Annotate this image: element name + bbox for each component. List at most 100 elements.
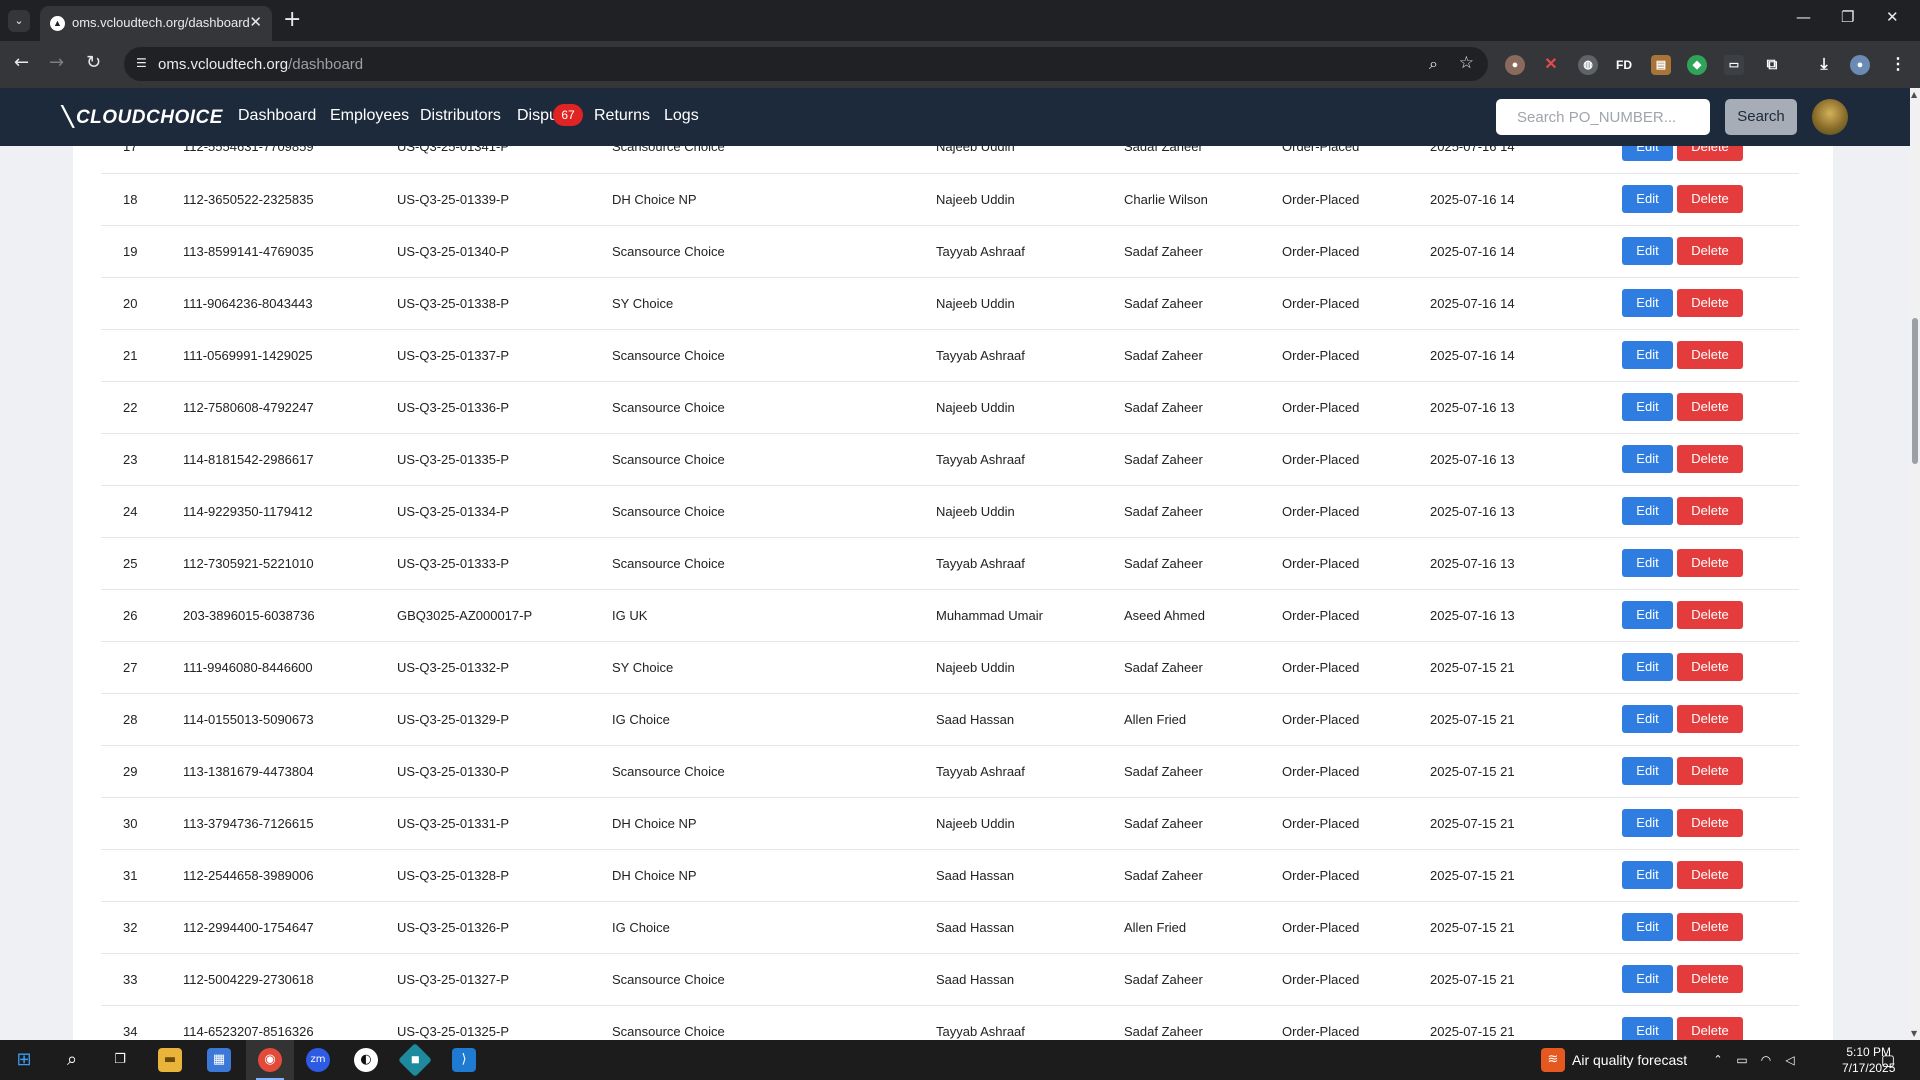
edit-button[interactable]: Edit (1622, 146, 1673, 161)
edit-button[interactable]: Edit (1622, 393, 1673, 421)
download-icon[interactable]: ⤓ (1814, 55, 1834, 75)
search-button[interactable]: Search (1725, 99, 1797, 135)
delete-button[interactable]: Delete (1677, 341, 1743, 369)
delete-button[interactable]: Delete (1677, 549, 1743, 577)
edit-button[interactable]: Edit (1622, 705, 1673, 733)
edit-button[interactable]: Edit (1622, 185, 1673, 213)
url-text[interactable]: oms.vcloudtech.org/dashboard (158, 56, 363, 73)
file-explorer-icon[interactable]: ▬ (158, 1048, 182, 1072)
edit-button[interactable]: Edit (1622, 965, 1673, 993)
extension-box-icon[interactable]: ▭ (1724, 55, 1744, 75)
battery-icon[interactable]: ▭ (1730, 1048, 1754, 1072)
nav-employees[interactable]: Employees (330, 107, 409, 125)
store-icon[interactable]: ▦ (207, 1048, 231, 1072)
delete-button[interactable]: Delete (1677, 913, 1743, 941)
delete-button[interactable]: Delete (1677, 757, 1743, 785)
nav-distributors[interactable]: Distributors (420, 107, 501, 125)
delete-button[interactable]: Delete (1677, 393, 1743, 421)
edit-button[interactable]: Edit (1622, 1017, 1673, 1040)
zoom-icon[interactable]: ⌕ (1429, 54, 1438, 74)
browser-menu-icon[interactable]: ⋮ (1888, 55, 1908, 75)
order-date-cell: 2025-07-16 13 (1430, 433, 1622, 486)
show-hidden-icons[interactable]: ⌃ (1706, 1048, 1730, 1072)
delete-button[interactable]: Delete (1677, 809, 1743, 837)
edit-button[interactable]: Edit (1622, 549, 1673, 577)
new-tab-icon[interactable]: + (283, 7, 301, 32)
page-scrollbar[interactable]: ▲ ▼ (1910, 88, 1920, 1040)
delete-button[interactable]: Delete (1677, 497, 1743, 525)
delete-button[interactable]: Delete (1677, 289, 1743, 317)
order-status-cell: Order-Placed (1282, 589, 1430, 642)
app-logo[interactable]: ╲ CLOUDCHOICE (62, 106, 223, 129)
scroll-down-icon[interactable]: ▼ (1911, 1029, 1917, 1038)
extension-green-icon[interactable]: ◆ (1687, 55, 1707, 75)
edit-button[interactable]: Edit (1622, 237, 1673, 265)
chrome-taskbar-active[interactable]: ◉ (246, 1040, 294, 1080)
chrome-icon[interactable]: ◉ (258, 1048, 282, 1072)
tab-search-icon[interactable]: ⌄ (8, 10, 30, 32)
app-o-icon[interactable]: ◐ (354, 1048, 378, 1072)
network-icon[interactable]: ◠ (1754, 1048, 1778, 1072)
back-icon[interactable]: ← (14, 52, 29, 73)
user-avatar[interactable] (1812, 99, 1848, 135)
nav-dashboard[interactable]: Dashboard (238, 107, 316, 125)
delete-button[interactable]: Delete (1677, 653, 1743, 681)
weather-icon[interactable]: ≋ (1541, 1048, 1565, 1072)
volume-icon[interactable]: ◁ (1778, 1048, 1802, 1072)
delete-button[interactable]: Delete (1677, 601, 1743, 629)
delete-button[interactable]: Delete (1677, 861, 1743, 889)
edit-button[interactable]: Edit (1622, 653, 1673, 681)
forward-icon[interactable]: → (49, 52, 64, 73)
scrollbar-thumb[interactable] (1912, 318, 1918, 464)
app-teal-icon[interactable]: ◆ (398, 1043, 432, 1077)
po-number-cell: US-Q3-25-01336-P (397, 381, 612, 434)
extension-fd-icon[interactable]: FD (1614, 55, 1634, 75)
extension-avatar-icon[interactable]: ● (1505, 55, 1525, 75)
extension-globe-icon[interactable]: ◍ (1578, 55, 1598, 75)
bookmark-star-icon[interactable]: ☆ (1459, 53, 1474, 73)
edit-button[interactable]: Edit (1622, 497, 1673, 525)
extension-image-icon[interactable]: ▤ (1651, 55, 1671, 75)
nav-logs[interactable]: Logs (664, 107, 699, 125)
edit-button[interactable]: Edit (1622, 861, 1673, 889)
task-view-icon[interactable]: ❐ (108, 1048, 132, 1072)
edit-button[interactable]: Edit (1622, 445, 1673, 473)
edit-button[interactable]: Edit (1622, 913, 1673, 941)
delete-button[interactable]: Delete (1677, 185, 1743, 213)
delete-button[interactable]: Delete (1677, 1017, 1743, 1040)
zoom-app-icon[interactable]: zm (306, 1048, 330, 1072)
edit-button[interactable]: Edit (1622, 601, 1673, 629)
nav-returns[interactable]: Returns (594, 107, 650, 125)
minimize-icon[interactable]: — (1796, 8, 1811, 26)
delete-button[interactable]: Delete (1677, 705, 1743, 733)
edit-button[interactable]: Edit (1622, 341, 1673, 369)
delete-button[interactable]: Delete (1677, 445, 1743, 473)
po-search-input[interactable] (1496, 99, 1710, 135)
windows-start-icon[interactable]: ⊞ (12, 1048, 36, 1072)
site-info-icon[interactable]: ☰ (136, 56, 152, 72)
scroll-up-icon[interactable]: ▲ (1911, 90, 1917, 99)
edit-button[interactable]: Edit (1622, 757, 1673, 785)
edit-button[interactable]: Edit (1622, 809, 1673, 837)
customer-cell: Sadaf Zaheer (1124, 953, 1282, 1006)
address-bar[interactable]: ☰ oms.vcloudtech.org/dashboard ⌕ ☆ (124, 47, 1488, 81)
weather-widget[interactable]: Air quality forecast (1572, 1052, 1687, 1068)
vscode-icon[interactable]: ⟩ (452, 1048, 476, 1072)
reload-icon[interactable]: ↻ (86, 52, 101, 73)
extension-x-icon[interactable]: ✕ (1541, 55, 1561, 75)
profile-avatar-icon[interactable]: ● (1850, 55, 1870, 75)
edit-button[interactable]: Edit (1622, 289, 1673, 317)
delete-button[interactable]: Delete (1677, 237, 1743, 265)
search-icon[interactable]: ⌕ (60, 1048, 84, 1072)
order-id-cell: 111-0569991-1429025 (183, 329, 397, 382)
extensions-puzzle-icon[interactable]: ⧉ (1762, 55, 1782, 75)
restore-icon[interactable]: ❐ (1841, 8, 1854, 26)
delete-button[interactable]: Delete (1677, 146, 1743, 161)
delete-button[interactable]: Delete (1677, 965, 1743, 993)
close-tab-icon[interactable]: ✕ (249, 13, 262, 31)
notifications-icon[interactable]: ▢ (1876, 1048, 1900, 1072)
browser-tab[interactable]: ▲ oms.vcloudtech.org/dashboard ✕ (40, 6, 272, 41)
nav-disputes[interactable]: Dispu (517, 107, 558, 125)
close-window-icon[interactable]: ✕ (1886, 8, 1899, 26)
order-id-cell: 111-9064236-8043443 (183, 277, 397, 330)
